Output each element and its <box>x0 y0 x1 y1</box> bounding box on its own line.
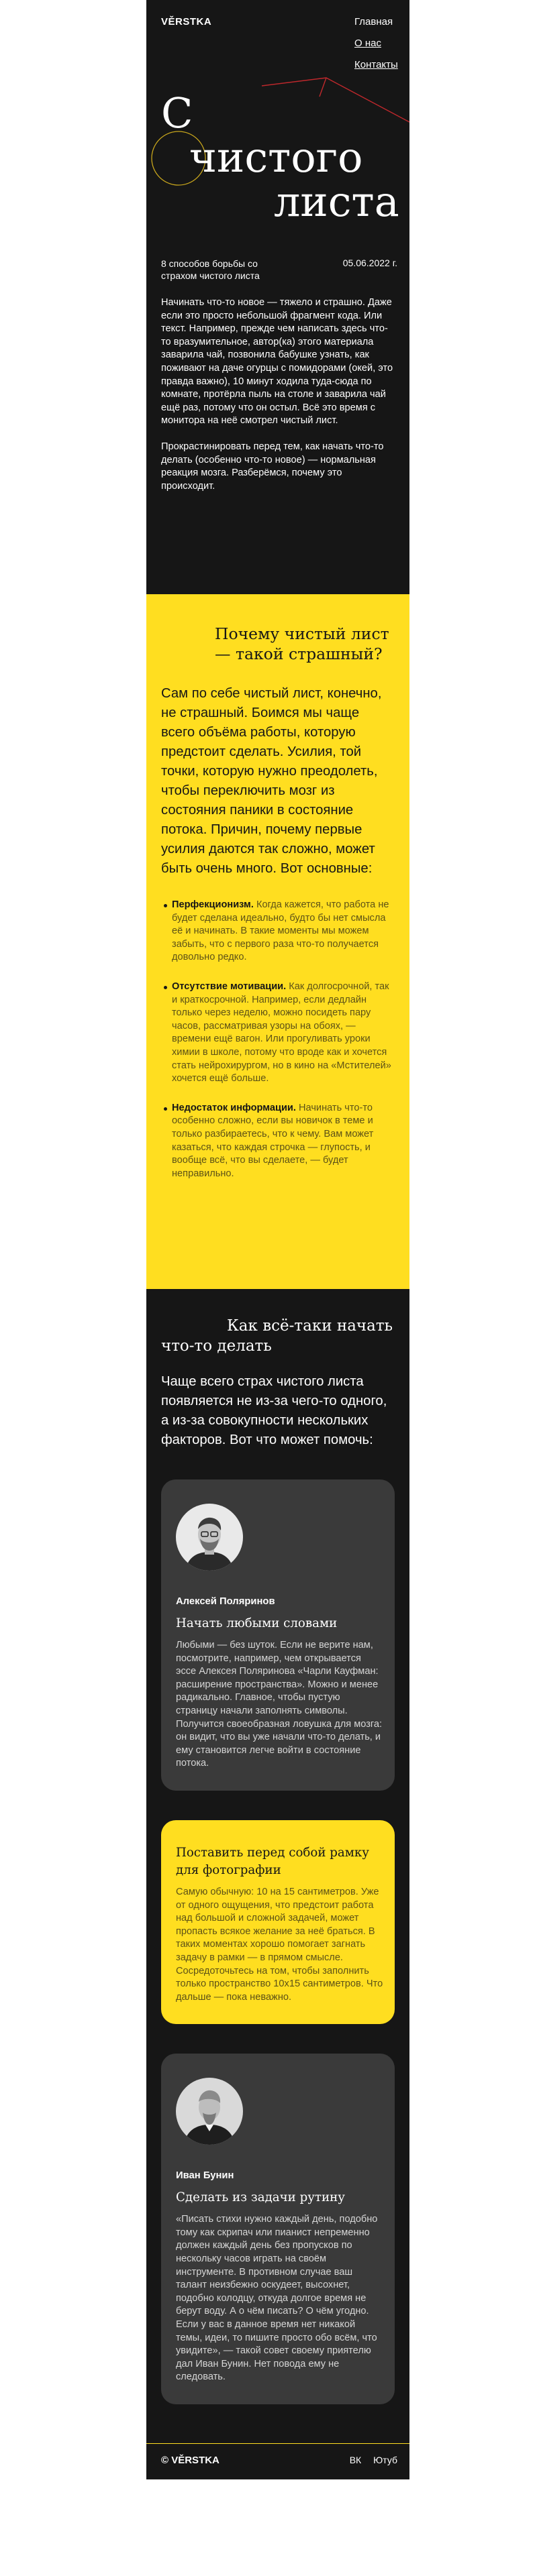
why-section: Почему чистый лист — такой страшный? Сам… <box>146 594 409 1289</box>
card-title: Поставить перед собой рамку для фотограф… <box>176 1845 369 1877</box>
nav-link-home[interactable]: Главная <box>354 15 403 29</box>
card-title: Сделать из задачи рутину <box>176 2190 345 2205</box>
list-item-text: Начинать что-то особенно сложно, если вы… <box>172 1102 374 1179</box>
title-line-2: чистого <box>189 133 363 182</box>
list-item: Перфекционизм. Когда кажется, что работа… <box>161 899 395 964</box>
how-section: Как всё-таки начать что-то делать Чаще в… <box>146 1289 409 2404</box>
portrait-icon <box>176 2078 243 2145</box>
list-item: Отсутствие мотивации. Как долгосрочной, … <box>161 981 395 1086</box>
list-item-term: Отсутствие мотивации. <box>172 981 287 992</box>
avatar <box>176 1504 243 1571</box>
list-item: Недостаток информации. Начинать что-то о… <box>161 1102 395 1181</box>
card-text: «Писать стихи нужно каждый день, подобно… <box>176 2214 378 2383</box>
card-title: Начать любыми словами <box>176 1616 338 1630</box>
intro-paragraph-1: Начинать что-то новое — тяжело и страшно… <box>161 297 393 427</box>
why-lead: Сам по себе чистый лист, конечно, не стр… <box>161 686 382 876</box>
article-subtitle: 8 способов борьбы со страхом чистого лис… <box>161 258 260 281</box>
page-footer: © VĚRSTKA ВК Ютуб <box>146 2443 409 2479</box>
card-author: Алексей Поляринов <box>176 1596 275 1607</box>
footer-links: ВК Ютуб <box>340 2455 397 2465</box>
intro-section: Начинать что-то новое — тяжело и страшно… <box>146 275 409 594</box>
footer-link-vk[interactable]: ВК <box>350 2455 362 2465</box>
avatar <box>176 2078 243 2145</box>
how-heading-line-1: Как всё-таки начать <box>227 1317 393 1335</box>
how-lead: Чаще всего страх чистого листа появляетс… <box>161 1374 387 1447</box>
article-date: 05.06.2022 г. <box>342 258 397 268</box>
title-line-1: С <box>161 89 193 137</box>
how-heading: Как всё-таки начать что-то делать <box>161 1316 395 1356</box>
footer-link-youtube[interactable]: Ютуб <box>373 2455 397 2465</box>
tip-card-frame: Поставить перед собой рамку для фотограф… <box>161 1819 395 2025</box>
nav-link-about[interactable]: О нас <box>354 36 403 50</box>
article-page: VĚRSTKA Главная О нас Контакты С чистого… <box>146 0 409 2479</box>
list-item-text: Как долгосрочной, так и краткосрочной. Н… <box>172 981 391 1084</box>
title-line-3: листа <box>274 177 399 226</box>
page-title: С чистого листа <box>161 91 399 224</box>
main-nav: Главная О нас Контакты <box>354 15 403 79</box>
why-heading: Почему чистый лист — такой страшный? <box>215 624 389 663</box>
list-item-term: Недостаток информации. <box>172 1102 296 1113</box>
how-heading-line-2: что-то делать <box>161 1337 272 1355</box>
card-author: Иван Бунин <box>176 2170 234 2182</box>
page-header: VĚRSTKA Главная О нас Контакты С чистого… <box>146 0 409 281</box>
tip-card-bunin: Иван Бунин Сделать из задачи рутину «Пис… <box>161 2054 395 2404</box>
intro-paragraph-2: Прокрастинировать перед тем, как начать … <box>161 441 384 492</box>
card-text: Самую обычную: 10 на 15 сантиметров. Уже… <box>176 1886 383 2003</box>
list-item-term: Перфекционизм. <box>172 899 254 910</box>
reasons-list: Перфекционизм. Когда кажется, что работа… <box>161 899 395 1180</box>
site-logo[interactable]: VĚRSTKA <box>161 16 211 27</box>
footer-logo: © VĚRSTKA <box>161 2455 219 2466</box>
nav-link-contacts[interactable]: Контакты <box>354 58 403 72</box>
portrait-icon <box>176 1504 243 1571</box>
tip-card-polyarinov: Алексей Поляринов Начать любыми словами … <box>161 1479 395 1791</box>
card-text: Любыми — без шуток. Если не верите нам, … <box>176 1640 383 1769</box>
